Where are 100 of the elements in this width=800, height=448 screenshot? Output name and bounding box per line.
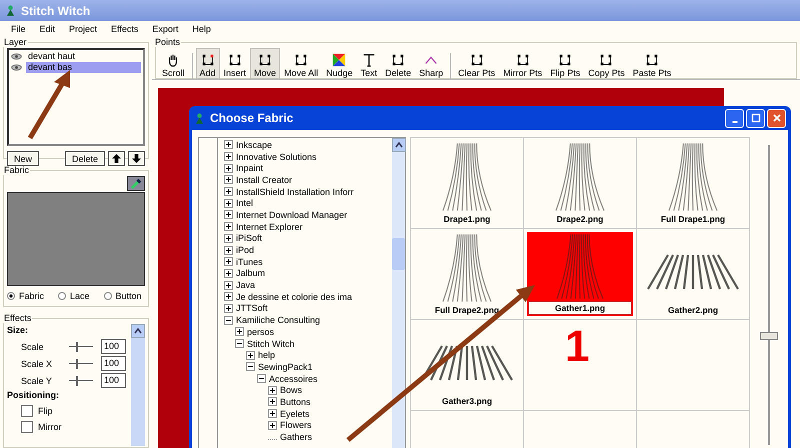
expander-icon[interactable] (268, 386, 277, 395)
tree-item[interactable]: Accessoires (269, 374, 318, 384)
maximize-button[interactable] (746, 108, 765, 128)
tree-item[interactable]: InstallShield Installation Inforr (236, 186, 354, 197)
scrollbar[interactable] (131, 324, 145, 446)
fabric-thumbnail[interactable]: Drape2.png (527, 141, 633, 225)
expander-icon[interactable] (224, 164, 233, 173)
move-down-button[interactable] (128, 151, 145, 166)
expander-icon[interactable] (224, 304, 233, 313)
scrollbar[interactable] (392, 138, 405, 448)
expander-icon[interactable] (224, 140, 233, 150)
tree-item[interactable]: Bows (280, 385, 302, 396)
expander-icon[interactable] (224, 175, 233, 184)
menu-item[interactable]: Edit (40, 24, 56, 34)
eye-icon[interactable] (11, 53, 22, 60)
fabric-thumbnail[interactable]: Full Drape1.png (640, 141, 746, 225)
new-button[interactable]: New (7, 151, 40, 166)
checkbox[interactable] (21, 405, 33, 417)
tree-item[interactable]: Internet Download Manager (236, 210, 348, 220)
expander-icon[interactable] (224, 280, 233, 290)
slider-thumb[interactable] (760, 332, 778, 340)
menu-item[interactable]: Export (152, 24, 178, 34)
close-button[interactable] (767, 108, 786, 128)
tree-item[interactable]: Eyelets (280, 408, 310, 419)
expander-icon[interactable] (224, 198, 233, 208)
tool-button[interactable]: Flip Pts (546, 48, 584, 79)
tool-button[interactable]: Clear Pts (454, 48, 500, 79)
expander-icon[interactable] (268, 420, 277, 430)
tree-item[interactable]: Java (236, 280, 256, 290)
menu-item[interactable]: File (11, 24, 26, 34)
tree-item[interactable]: SewingPack1 (258, 362, 313, 372)
fabric-thumbnail[interactable]: Drape1.png (414, 141, 520, 225)
layer-item[interactable]: devant bas (26, 62, 141, 73)
tool-button[interactable]: Scroll (158, 48, 189, 79)
menu-item[interactable]: Effects (111, 24, 138, 34)
tree-item[interactable]: Inkscape (236, 140, 272, 150)
tool-button[interactable]: Sharp (415, 48, 448, 79)
tree-item[interactable]: persos (247, 326, 274, 337)
tree-item[interactable]: Intel (236, 198, 254, 208)
tool-button[interactable]: Delete (381, 48, 416, 79)
tool-button[interactable]: Nudge (322, 48, 357, 79)
tree-item[interactable]: iPod (236, 245, 254, 256)
move-up-button[interactable] (108, 151, 125, 166)
tree-item[interactable]: JTTSoft (236, 303, 268, 314)
delete-button[interactable]: Delete (64, 151, 105, 166)
expander-icon[interactable] (235, 327, 244, 336)
expander-icon[interactable] (235, 339, 244, 348)
expander-icon[interactable] (224, 268, 233, 278)
expander-icon[interactable] (224, 187, 233, 196)
expander-icon[interactable] (257, 374, 266, 384)
slider-thumb[interactable] (76, 342, 78, 352)
expander-icon[interactable] (268, 397, 277, 406)
radio-button[interactable]: Lace (58, 291, 90, 301)
tree-item[interactable]: Je dessine et colorie des ima (236, 292, 352, 302)
tool-button[interactable]: Move (250, 48, 280, 79)
tool-button[interactable]: Paste Pts (628, 48, 676, 79)
tree-item[interactable]: Flowers (280, 420, 312, 430)
expander-icon[interactable] (224, 292, 233, 302)
tree-item[interactable]: Install Creator (236, 174, 292, 185)
minimize-button[interactable] (725, 108, 744, 128)
tree-item[interactable]: help (258, 350, 276, 360)
slider-thumb[interactable] (76, 376, 78, 386)
tree-item[interactable]: iPiSoft (236, 233, 262, 244)
scrollbar-thumb[interactable] (392, 238, 405, 270)
expander-icon[interactable] (224, 152, 233, 162)
radio-button[interactable]: Button (104, 291, 142, 301)
tool-button[interactable]: Insert (220, 48, 250, 79)
expander-icon[interactable] (246, 350, 255, 360)
slider-thumb[interactable] (76, 358, 78, 368)
tool-button[interactable]: Move All (280, 48, 322, 79)
tree-item[interactable]: Gathers (280, 432, 312, 442)
expander-icon[interactable] (224, 257, 233, 266)
expander-icon[interactable] (224, 246, 233, 255)
tree-item[interactable]: Internet Explorer (236, 222, 303, 232)
expander-icon[interactable] (224, 234, 233, 243)
tree-item[interactable]: Kamiliche Consulting (236, 315, 320, 326)
menu-item[interactable]: Help (192, 24, 211, 34)
tree-item[interactable]: Buttons (280, 396, 311, 407)
layer-item[interactable]: devant haut (26, 51, 141, 62)
fabric-thumbnail[interactable]: Gather1.png (527, 232, 633, 316)
scroll-up-icon[interactable] (392, 138, 406, 152)
tool-button[interactable]: Mirror Pts (499, 48, 546, 79)
expander-icon[interactable] (246, 362, 255, 372)
tree-item[interactable]: Stitch Witch (247, 338, 295, 349)
expander-icon[interactable] (224, 316, 233, 325)
value-field[interactable]: 100 (101, 373, 126, 388)
tool-button[interactable]: Text (356, 48, 382, 79)
fabric-thumbnail[interactable]: Gather2.png (640, 232, 746, 316)
tree-item[interactable]: Innovative Solutions (236, 152, 317, 162)
eyedropper-button[interactable] (127, 176, 145, 191)
scroll-up-icon[interactable] (131, 324, 145, 338)
tree-item[interactable]: Jalbum (236, 268, 266, 278)
tool-button[interactable]: Copy Pts (584, 48, 629, 79)
eye-icon[interactable] (11, 64, 22, 71)
tree-item[interactable]: iTunes (236, 256, 263, 267)
value-field[interactable]: 100 (101, 339, 126, 354)
value-field[interactable]: 100 (101, 356, 126, 371)
fabric-thumbnail[interactable]: Full Drape2.png (414, 232, 520, 316)
expander-icon[interactable] (268, 409, 277, 418)
menu-item[interactable]: Project (69, 24, 98, 34)
